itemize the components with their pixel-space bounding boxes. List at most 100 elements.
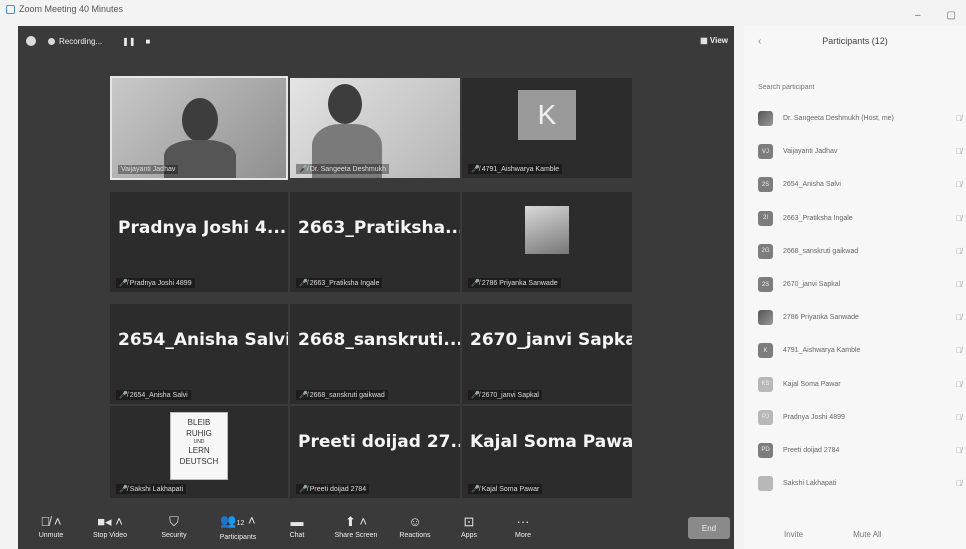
poster-text: BLEIB	[187, 418, 211, 427]
profile-picture: BLEIB RUHIG UND LERN DEUTSCH	[170, 412, 228, 480]
apps-button[interactable]: ⊡ Apps	[442, 515, 496, 540]
participant-display-name: Kajal Soma Pawar	[470, 432, 632, 452]
meeting-topbar: Recording... ❚❚ ■ ▦ View	[18, 26, 734, 56]
participant-row[interactable]: KS Kajal Soma Pawar 🎙̸	[758, 368, 966, 401]
stop-video-button[interactable]: ■◂ ˄ Stop Video	[78, 515, 142, 540]
participant-row[interactable]: K 4791_Aishwarya Kamble 🎙̸	[758, 334, 966, 367]
poster-text: RUHIG	[186, 429, 212, 438]
video-tile[interactable]: 🎤̸ 2786 Priyanka Sanwade	[462, 192, 632, 292]
stop-recording-icon[interactable]: ■	[146, 37, 151, 46]
participant-name: 2654_Anisha Salvi	[129, 392, 188, 399]
participant-name-label: 🎤̸ 2663_Pratiksha Ingale	[296, 278, 383, 288]
mic-muted-icon: 🎤̸	[119, 280, 128, 287]
participant-display-name: 2668_sanskruti...	[298, 330, 460, 350]
participant-name: Sakshi Lakhapati	[783, 480, 837, 488]
participant-row[interactable]: Dr. Sangeeta Deshmukh (Host, me) 🎙̸	[758, 102, 966, 135]
video-tile[interactable]: 2663_Pratiksha... 🎤̸ 2663_Pratiksha Ingal…	[290, 192, 460, 292]
more-button[interactable]: ··· More	[496, 514, 550, 540]
participant-name: 2786 Priyanka Sanwade	[783, 314, 859, 322]
pause-recording-icon[interactable]: ❚❚	[122, 37, 135, 46]
participant-row[interactable]: 2I 2663_Pratiksha Ingale 🎙̸	[758, 202, 966, 235]
share-screen-label: Share Screen	[334, 532, 378, 539]
restore-icon[interactable]: ▢	[947, 10, 956, 21]
mic-muted-icon: 🎙̸	[956, 379, 962, 389]
avatar: PD	[758, 442, 773, 458]
mic-muted-icon: 🎙̸	[956, 445, 962, 455]
participant-name: 2670_janvi Sapkal	[783, 281, 841, 289]
recording-dot-icon	[48, 37, 55, 45]
unmute-button[interactable]: 🎙̸ ˄ Unmute	[24, 514, 78, 540]
meeting-toolbar: 🎙̸ ˄ Unmute ■◂ ˄ Stop Video ⛉ Security 👥12 …	[18, 505, 734, 549]
video-tile[interactable]: BLEIB RUHIG UND LERN DEUTSCH 🎤̸ Sakshi La…	[110, 406, 288, 498]
security-button[interactable]: ⛉ Security	[142, 515, 206, 540]
video-tile[interactable]: Pradnya Joshi 4... 🎤̸ Pradnya Joshi 4899	[110, 192, 288, 292]
avatar: KS	[758, 376, 773, 392]
participant-name: Vaijayanti Jadhav	[783, 148, 838, 156]
participants-label: Participants	[219, 533, 257, 541]
mic-muted-icon: 🎙̸	[956, 246, 962, 256]
video-tile[interactable]: Kajal Soma Pawar 🎤̸ Kajal Soma Pawar	[462, 406, 632, 498]
mic-muted-icon: 🎤̸	[299, 392, 308, 399]
participant-display-name: Pradnya Joshi 4...	[118, 218, 287, 238]
participants-title: Participants (12)	[822, 36, 888, 46]
video-tile[interactable]: K 🎤̸ 4791_Aishwarya Kamble	[462, 78, 632, 178]
participant-display-name: 2654_Anisha Salvi	[118, 330, 288, 350]
chat-button[interactable]: ▬ Chat	[270, 515, 324, 540]
avatar	[758, 310, 773, 326]
end-meeting-button[interactable]: End	[688, 517, 730, 539]
participants-button[interactable]: 👥12 ˄ Participants	[206, 513, 270, 541]
participant-name-label: 🎤̸ Kajal Soma Pawar	[468, 484, 543, 494]
participants-count: 12	[236, 519, 245, 527]
participant-name-label: Vaijayanti Jadhav	[118, 165, 179, 174]
video-tile[interactable]: 2654_Anisha Salvi 🎤̸ 2654_Anisha Salvi	[110, 304, 288, 404]
video-tile[interactable]: Vaijayanti Jadhav	[110, 76, 288, 180]
participant-row[interactable]: 2S 2654_Anisha Salvi 🎙̸	[758, 168, 966, 201]
participant-name: 2786 Priyanka Sanwade	[481, 280, 558, 287]
mic-muted-icon: 🎙̸	[956, 147, 962, 157]
video-tile[interactable]: 2670_janvi Sapkal 🎤̸ 2670_janvi Sapkal	[462, 304, 632, 404]
participant-name: Dr. Sangeeta Deshmukh	[309, 166, 386, 173]
participant-display-name: 2670_janvi Sapkal	[470, 330, 632, 350]
participant-search-input[interactable]	[758, 78, 954, 96]
participants-panel-header: ‹ Participants (12)	[744, 26, 966, 56]
participant-name-label: 🎤̸ Pradnya Joshi 4899	[116, 278, 195, 288]
zoom-icon	[6, 4, 15, 14]
participant-row[interactable]: VJ Vaijayanti Jadhav 🎙̸	[758, 135, 966, 168]
collapse-chevron-icon[interactable]: ‹	[758, 36, 761, 47]
participant-name: 2670_janvi Sapkal	[481, 392, 539, 399]
reactions-button[interactable]: ☺ Reactions	[388, 515, 442, 540]
chat-label: Chat	[289, 532, 305, 539]
avatar: 2S	[758, 277, 773, 293]
participant-row[interactable]: 2S 2670_janvi Sapkal 🎙̸	[758, 268, 966, 301]
participant-name: Pradnya Joshi 4899	[129, 280, 192, 287]
participant-name: 2668_sanskruti gaikwad	[309, 392, 385, 399]
share-screen-button[interactable]: ⬆ ˄ Share Screen	[324, 515, 388, 540]
more-icon: ···	[516, 514, 530, 529]
minimize-icon[interactable]: –	[915, 10, 921, 21]
mute-all-button[interactable]: Mute All	[853, 530, 881, 539]
participant-row[interactable]: Sakshi Lakhapati 🎙̸	[758, 467, 966, 500]
participant-name: Preeti doijad 2784	[309, 486, 367, 493]
view-button[interactable]: ▦ View	[700, 36, 728, 45]
participant-row[interactable]: 2G 2668_sanskruti gaikwad 🎙̸	[758, 235, 966, 268]
participant-row[interactable]: PD Preeti doijad 2784 🎙̸	[758, 434, 966, 467]
participant-row[interactable]: PJ Pradnya Joshi 4899 🎙̸	[758, 401, 966, 434]
participant-name: 2654_Anisha Salvi	[783, 181, 841, 189]
participant-display-name: Preeti doijad 27...	[298, 432, 460, 452]
participant-row[interactable]: 2786 Priyanka Sanwade 🎙̸	[758, 301, 966, 334]
participants-panel-footer: Invite Mute All	[744, 530, 966, 539]
poster-text: DEUTSCH	[179, 457, 219, 466]
mic-muted-icon: 🎙̸	[956, 313, 962, 323]
mic-muted-icon: 🎤̸	[119, 392, 128, 399]
participant-name: Sakshi Lakhapati	[129, 486, 184, 493]
security-shield-icon[interactable]	[26, 36, 36, 46]
mic-muted-icon: 🎤̸	[299, 166, 308, 173]
participant-name-label: 🎤̸ 2786 Priyanka Sanwade	[468, 278, 561, 288]
invite-button[interactable]: Invite	[784, 530, 803, 539]
participant-name: Preeti doijad 2784	[783, 446, 840, 454]
mic-muted-icon: 🎙̸ ˄	[40, 514, 62, 529]
video-tile[interactable]: 🎤̸ Dr. Sangeeta Deshmukh	[290, 78, 460, 178]
video-tile[interactable]: 2668_sanskruti... 🎤̸ 2668_sanskruti gaikw…	[290, 304, 460, 404]
mic-muted-icon: 🎤̸	[119, 486, 128, 493]
video-tile[interactable]: Preeti doijad 27... 🎤̸ Preeti doijad 2784	[290, 406, 460, 498]
